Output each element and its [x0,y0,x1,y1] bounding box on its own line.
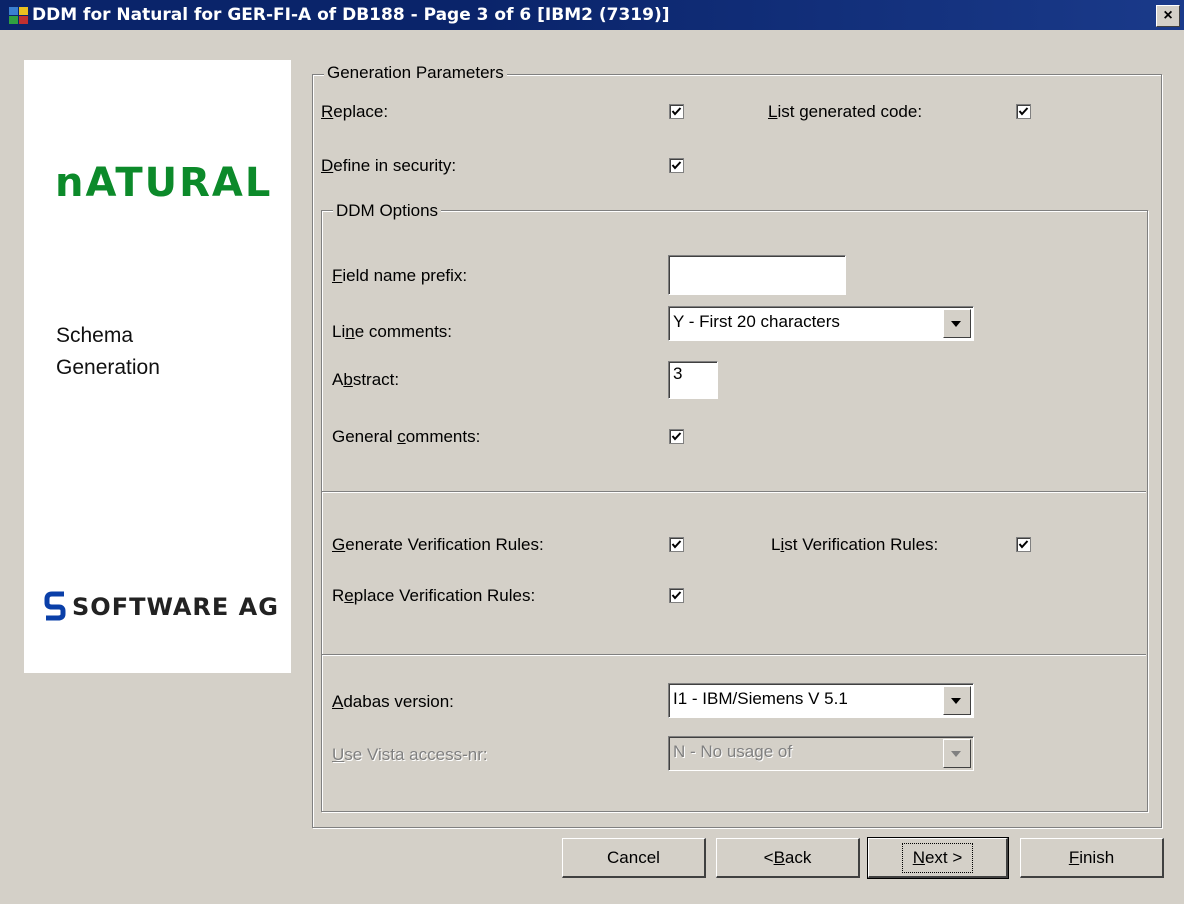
checkmark-icon [671,540,682,549]
panel-caption-line2: Generation [56,356,160,379]
cancel-button[interactable]: Cancel [562,838,706,878]
define-in-security-checkbox[interactable] [669,158,684,173]
dropdown-button[interactable] [943,309,971,338]
dropdown-button[interactable] [943,686,971,715]
field-name-prefix-input[interactable] [668,255,846,295]
adabas-version-label: Adabas version: [332,692,454,711]
generate-verification-rules-label: Generate Verification Rules: [332,535,544,554]
abstract-input[interactable]: 3 [668,361,718,399]
replace-verification-rules-label: Replace Verification Rules: [332,586,536,605]
dropdown-button [943,739,971,768]
checkmark-icon [671,432,682,441]
ddm-options-legend: DDM Options [333,201,442,221]
replace-label: Replace: [321,102,389,121]
list-verification-rules-label: List Verification Rules: [771,535,939,554]
general-comments-label: General comments: [332,427,481,446]
vista-access-select: N - No usage of [668,736,974,771]
software-ag-logo: SOFTWARE AG [72,593,279,621]
checkmark-icon [1018,540,1029,549]
generation-parameters-legend: Generation Parameters [324,63,507,83]
line-comments-value: Y - First 20 characters [673,312,840,331]
checkmark-icon [671,107,682,116]
field-name-prefix-label: Field name prefix: [332,266,468,285]
panel-caption: Schema Generation [56,320,160,384]
software-ag-logo-icon [44,591,66,621]
checkmark-icon [671,161,682,170]
chevron-down-icon [951,698,961,704]
list-generated-code-checkbox[interactable] [1016,104,1031,119]
separator [322,491,1146,493]
separator [322,654,1146,656]
generate-verification-rules-checkbox[interactable] [669,537,684,552]
ddm-options-group [321,210,1148,812]
vista-access-label: Use Vista access-nr: [332,745,488,764]
checkmark-icon [1018,107,1029,116]
finish-button[interactable]: Finish [1020,838,1164,878]
list-generated-code-label: List generated code: [768,102,923,121]
close-button[interactable]: × [1156,5,1180,27]
replace-checkbox[interactable] [669,104,684,119]
line-comments-label: Line comments: [332,322,453,341]
app-icon [9,7,28,24]
natural-logo: nATURAL [55,160,273,206]
chevron-down-icon [951,751,961,757]
panel-caption-line1: Schema [56,324,134,347]
back-button[interactable]: <Back [716,838,860,878]
define-in-security-label: Define in security: [321,156,457,175]
close-icon: × [1163,7,1173,24]
abstract-label: Abstract: [332,370,400,389]
line-comments-select[interactable]: Y - First 20 characters [668,306,974,341]
window-title: DDM for Natural for GER-FI-A of DB188 - … [32,5,670,25]
title-bar[interactable]: DDM for Natural for GER-FI-A of DB188 - … [0,0,1184,30]
adabas-version-select[interactable]: I1 - IBM/Siemens V 5.1 [668,683,974,718]
vista-access-value: N - No usage of [673,742,793,761]
chevron-down-icon [951,321,961,327]
replace-verification-rules-checkbox[interactable] [669,588,684,603]
general-comments-checkbox[interactable] [669,429,684,444]
adabas-version-value: I1 - IBM/Siemens V 5.1 [673,689,848,708]
next-button[interactable]: Next > [867,837,1009,879]
checkmark-icon [671,591,682,600]
list-verification-rules-checkbox[interactable] [1016,537,1031,552]
